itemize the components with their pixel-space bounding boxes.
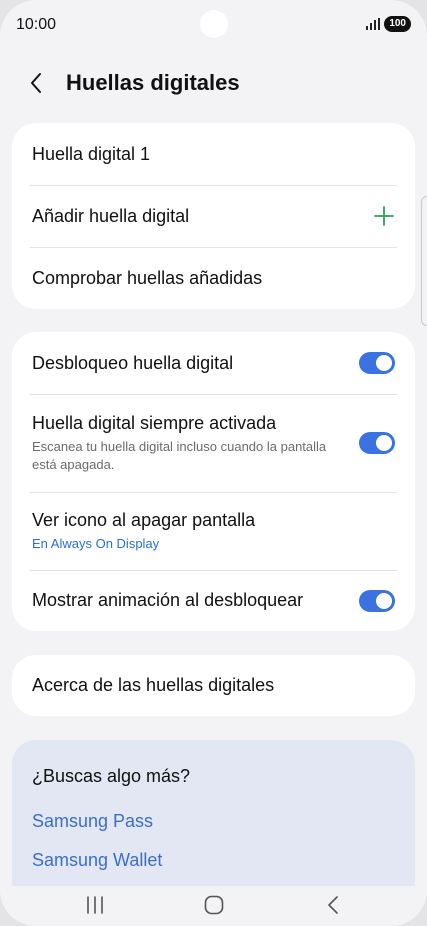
about-fingerprints-item[interactable]: Acerca de las huellas digitales bbox=[12, 655, 415, 716]
add-fingerprint-item[interactable]: Añadir huella digital bbox=[12, 185, 415, 247]
show-icon-screen-off-label: Ver icono al apagar pantalla bbox=[32, 509, 256, 530]
header: Huellas digitales bbox=[28, 70, 240, 96]
nav-back-icon[interactable] bbox=[322, 894, 344, 916]
unlock-animation-item[interactable]: Mostrar animación al desbloquear bbox=[12, 570, 415, 631]
add-fingerprint-label: Añadir huella digital bbox=[32, 205, 190, 226]
about-card: Acerca de las huellas digitales bbox=[12, 655, 415, 716]
fingerprint-unlock-item[interactable]: Desbloqueo huella digital bbox=[12, 332, 415, 394]
fingerprint-unlock-toggle[interactable] bbox=[359, 352, 395, 374]
settings-card: Desbloqueo huella digital Huella digital… bbox=[12, 332, 415, 631]
status-time: 10:00 bbox=[16, 16, 57, 33]
check-fingerprints-label: Comprobar huellas añadidas bbox=[32, 267, 263, 288]
about-fingerprints-label: Acerca de las huellas digitales bbox=[32, 675, 275, 695]
chevron-left-icon[interactable] bbox=[28, 71, 44, 95]
camera-cutout bbox=[200, 10, 228, 38]
phone-screen: 10:00 100 Huellas digitales Huella digit… bbox=[0, 0, 427, 926]
unlock-animation-label: Mostrar animación al desbloquear bbox=[32, 590, 304, 610]
recents-icon[interactable] bbox=[84, 894, 106, 916]
fingerprints-card: Huella digital 1 Añadir huella digital C… bbox=[12, 123, 415, 309]
home-icon[interactable] bbox=[203, 894, 225, 916]
looking-for-more-title: ¿Buscas algo más? bbox=[32, 766, 191, 786]
check-fingerprints-item[interactable]: Comprobar huellas añadidas bbox=[12, 247, 415, 309]
always-on-fingerprint-label: Huella digital siempre activada bbox=[32, 412, 277, 433]
fingerprint-1-item[interactable]: Huella digital 1 bbox=[12, 123, 415, 185]
always-on-fingerprint-toggle[interactable] bbox=[359, 432, 395, 454]
fingerprint-1-label: Huella digital 1 bbox=[32, 143, 151, 164]
samsung-pass-link[interactable]: Samsung Pass bbox=[32, 811, 395, 832]
edge-panel-handle[interactable] bbox=[421, 196, 427, 326]
navigation-bar bbox=[0, 886, 427, 926]
battery-indicator: 100 bbox=[384, 16, 411, 32]
always-on-fingerprint-item[interactable]: Huella digital siempre activada Escanea … bbox=[12, 394, 415, 492]
signal-icon bbox=[366, 18, 381, 30]
show-icon-screen-off-value: En Always On Display bbox=[32, 535, 160, 551]
fingerprint-unlock-label: Desbloqueo huella digital bbox=[32, 352, 234, 373]
unlock-animation-toggle[interactable] bbox=[359, 589, 395, 612]
page-title: Huellas digitales bbox=[66, 70, 240, 95]
plus-icon[interactable] bbox=[373, 205, 395, 227]
status-icons: 100 bbox=[366, 16, 411, 32]
show-icon-screen-off-item[interactable]: Ver icono al apagar pantalla En Always O… bbox=[12, 492, 415, 570]
always-on-fingerprint-description: Escanea tu huella digital incluso cuando… bbox=[32, 438, 327, 472]
samsung-wallet-link[interactable]: Samsung Wallet bbox=[32, 850, 395, 871]
